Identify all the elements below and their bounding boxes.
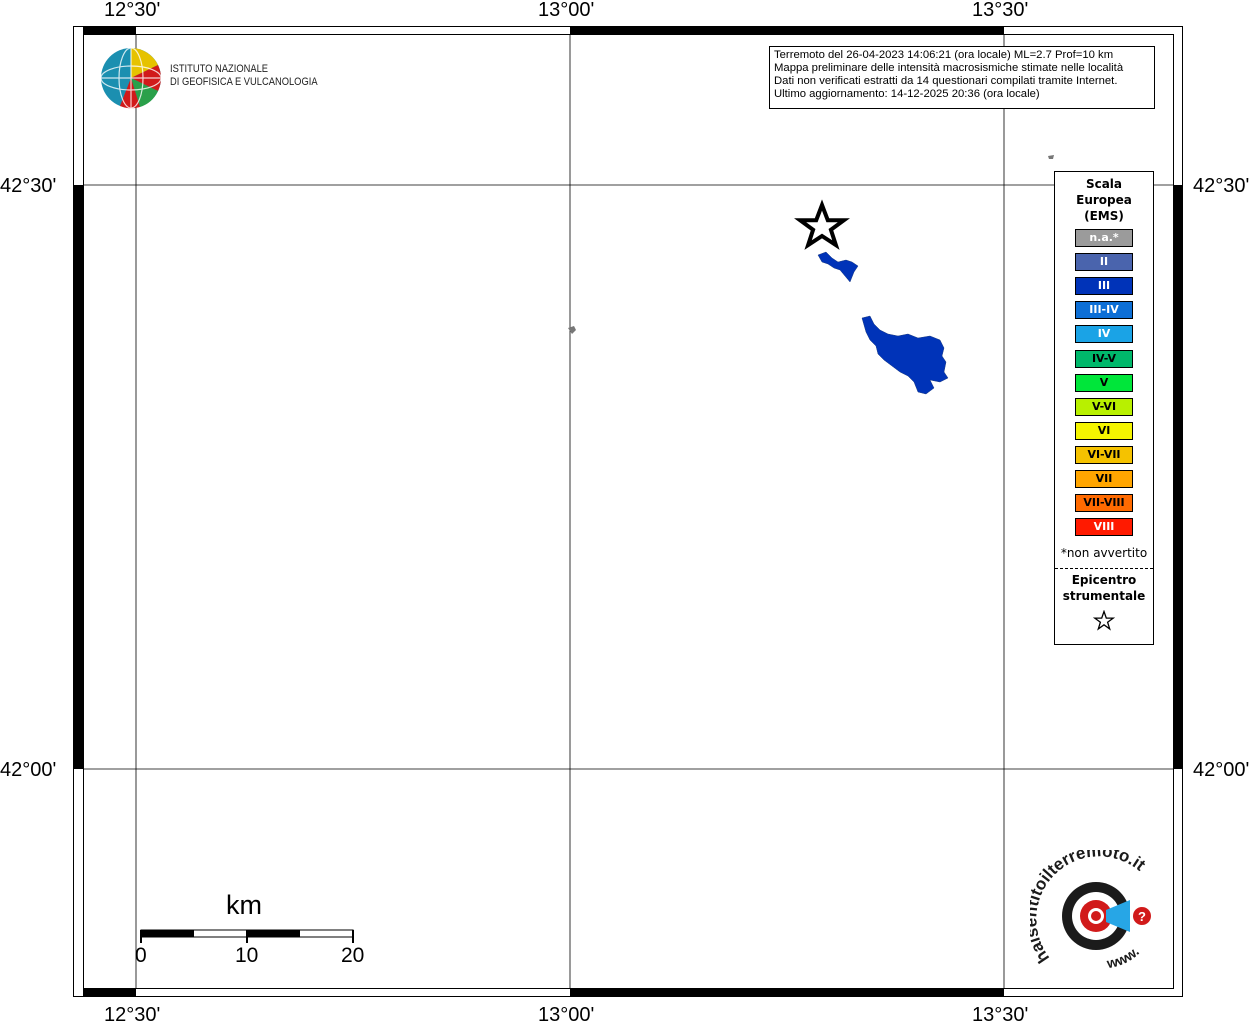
legend-epicenter-line: strumentale — [1062, 589, 1146, 603]
legend-item-iii-iv: III-IV — [1075, 301, 1133, 320]
hsit-url-prefix: www. — [1104, 943, 1142, 971]
event-info-line: Dati non verificati estratti da 14 quest… — [774, 75, 1118, 87]
ingv-name-line: ISTITUTO NAZIONALE — [170, 63, 269, 75]
legend-item-v-vi: V-VI — [1075, 397, 1133, 416]
graticule — [84, 35, 1173, 989]
legend-item-iv: IV — [1075, 325, 1133, 344]
frame-border-ticks — [74, 27, 1183, 997]
ems-legend: Scala Europea (EMS) n.a.* II III III-IV IV IV… — [1054, 171, 1154, 645]
legend-item-iii: III — [1075, 277, 1133, 296]
legend-item-viii: VIII — [1075, 518, 1133, 537]
grey-locality[interactable] — [568, 326, 576, 334]
hsit-logo-text: haisentitoilterremoto.it www. — [1030, 850, 1149, 971]
lon-label-bottom: 12°30' — [104, 1004, 161, 1026]
lat-label-left: 42°00' — [0, 759, 57, 781]
event-info-line: Ultimo aggiornamento: 14-12-2025 20:36 (… — [774, 88, 1040, 100]
lon-label-top: 12°30' — [104, 0, 161, 21]
legend-star-icon — [1093, 610, 1115, 631]
legend-item-vi-vii: VI-VII — [1075, 445, 1133, 464]
lat-label-right: 42°30' — [1193, 175, 1250, 197]
svg-text:www.: www. — [1104, 943, 1142, 971]
legend-epicenter-label: Epicentro strumentale — [1055, 572, 1153, 604]
legend-title-line: Europea — [1076, 193, 1132, 207]
lon-label-top: 13°30' — [972, 0, 1029, 21]
legend-epicenter-line: Epicentro — [1071, 573, 1137, 587]
legend-note: *non avvertito — [1060, 546, 1148, 560]
legend-item-vi: VI — [1075, 421, 1133, 440]
scale-tick-label: 20 — [341, 944, 365, 967]
event-info-box: Terremoto del 26-04-2023 14:06:21 (ora l… — [769, 46, 1155, 109]
legend-item-n-a: n.a.* — [1075, 229, 1133, 247]
grey-locality[interactable] — [1048, 155, 1054, 159]
legend-item-ii: II — [1075, 253, 1133, 272]
legend-item-vii-viii: VII-VIII — [1075, 494, 1133, 513]
intensity-area-III-small[interactable] — [817, 251, 859, 283]
lon-label-bottom: 13°30' — [972, 1004, 1029, 1026]
map-inner-frame — [83, 34, 1174, 989]
lon-label-top: 13°00' — [538, 0, 595, 21]
intensity-area-III-large[interactable] — [861, 315, 949, 395]
legend-title: Scala Europea (EMS) — [1055, 176, 1153, 224]
ingv-name-line: DI GEOFISICA E VULCANOLOGIA — [170, 76, 318, 88]
legend-divider — [1055, 568, 1153, 569]
lat-label-right: 42°00' — [1193, 759, 1250, 781]
scale-tick-label: 0 — [135, 944, 147, 967]
ingv-logo-text: ISTITUTO NAZIONALE DI GEOFISICA E VULCAN… — [170, 63, 318, 89]
lon-label-bottom: 13°00' — [538, 1004, 595, 1026]
lat-label-left: 42°30' — [0, 175, 57, 197]
legend-item-v: V — [1075, 373, 1133, 392]
scale-unit: km — [226, 890, 262, 920]
epicenter-star-icon[interactable] — [794, 199, 850, 250]
scale-bar — [140, 929, 354, 943]
legend-item-vii: VII — [1075, 470, 1133, 488]
legend-item-iv-v: IV-V — [1075, 349, 1133, 368]
legend-title-line: (EMS) — [1084, 209, 1124, 223]
scale-tick-label: 10 — [235, 944, 259, 967]
legend-title-line: Scala — [1085, 177, 1123, 191]
event-info-line: Mappa preliminare delle intensità macros… — [774, 62, 1124, 74]
map-frame — [73, 26, 1183, 997]
event-info-line: Terremoto del 26-04-2023 14:06:21 (ora l… — [774, 49, 1114, 61]
